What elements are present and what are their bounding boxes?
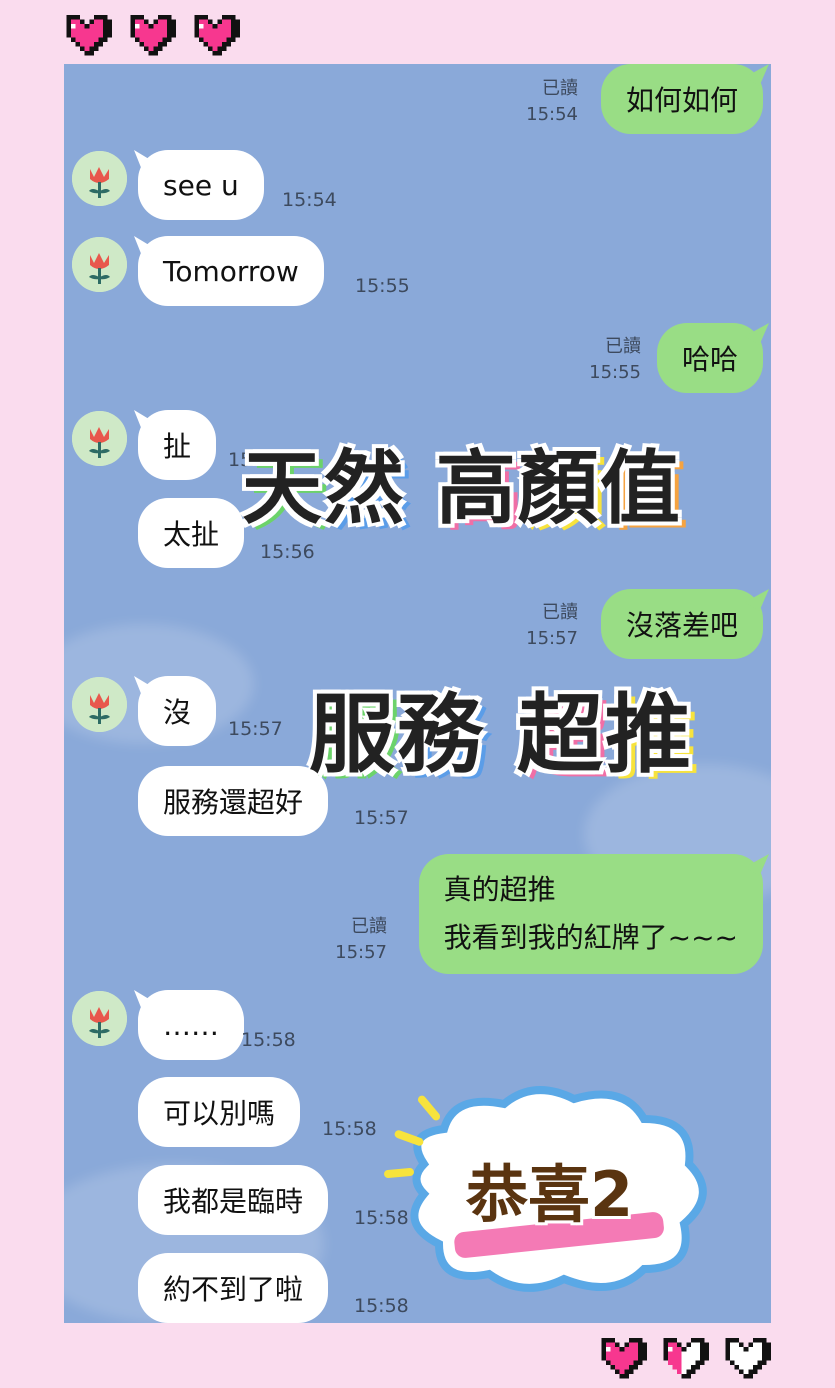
message-bubble-in[interactable]: 扯 — [138, 410, 217, 480]
tulip-icon — [72, 411, 127, 466]
read-label: 已讀 — [542, 78, 578, 99]
message-time: 15:54 — [282, 189, 337, 211]
congrats-sticker: 恭喜2 — [384, 1074, 729, 1304]
tulip-icon — [72, 151, 127, 206]
message-time: 15:57 — [335, 942, 387, 963]
read-label: 已讀 — [542, 602, 578, 623]
message-text: …… — [163, 1008, 219, 1042]
top-hearts — [62, 10, 240, 56]
message-time: 15:57 — [526, 628, 578, 649]
message-text: 我都是臨時 — [163, 1185, 304, 1218]
message-bubble-in[interactable]: 我都是臨時 — [138, 1165, 329, 1235]
message-text: 扯 — [163, 430, 192, 463]
pixel-heart-full-icon — [66, 14, 112, 56]
message-time: 15:55 — [589, 362, 641, 383]
tulip-icon — [72, 237, 127, 292]
message-time: 15:54 — [526, 104, 578, 125]
message-bubble-in[interactable]: 沒 — [138, 676, 217, 746]
sticker-char: 高 — [435, 442, 518, 535]
message-time: 15:57 — [354, 807, 409, 829]
message-time: 15:57 — [228, 718, 283, 740]
avatar[interactable] — [72, 411, 127, 466]
message-bubble-in[interactable]: 服務還超好 — [138, 766, 329, 836]
message-text: see u — [163, 168, 239, 202]
sticker-char: 超 — [516, 685, 605, 785]
pixel-heart-full-icon — [194, 14, 240, 56]
message-text: 沒 — [163, 696, 192, 729]
sticker-char: 然 — [324, 442, 406, 535]
message-time: 15:55 — [355, 275, 410, 297]
read-receipt: 已讀 15:54 — [526, 76, 578, 128]
sticker-char: 天 — [242, 442, 324, 535]
message-time: 15:56 — [260, 541, 315, 563]
message-bubble-in[interactable]: …… — [138, 990, 244, 1060]
message-bubble-in[interactable]: 約不到了啦 — [138, 1253, 329, 1323]
congrats-text: 恭喜2 — [466, 1158, 634, 1231]
avatar[interactable] — [72, 151, 127, 206]
message-bubble-out[interactable]: 真的超推 我看到我的紅牌了~~~ — [418, 854, 763, 974]
read-label: 已讀 — [605, 336, 641, 357]
avatar[interactable] — [72, 677, 127, 732]
pixel-heart-half-icon — [663, 1337, 709, 1379]
sticker-text-line1: 天然 高顏值 — [242, 424, 682, 540]
sticker-char: 推 — [604, 685, 693, 785]
message-bubble-in[interactable]: 太扯 — [138, 498, 245, 568]
read-receipt: 已讀 15:57 — [335, 914, 387, 966]
message-text: 沒落差吧 — [625, 609, 738, 642]
avatar[interactable] — [72, 237, 127, 292]
message-time: 15:58 — [241, 1029, 296, 1051]
message-text: 可以別嗎 — [163, 1097, 276, 1130]
avatar[interactable] — [72, 991, 127, 1046]
message-text: 哈哈 — [681, 343, 738, 376]
sticker-char: 值 — [599, 442, 682, 535]
message-text: Tomorrow — [163, 254, 299, 288]
sticker-text-line2: 服務 超推 — [309, 664, 693, 789]
message-time: 15:58 — [322, 1118, 377, 1140]
sticker-char: 顏 — [517, 442, 600, 535]
message-text: 太扯 — [163, 518, 220, 551]
sticker-char: 務 — [397, 685, 485, 785]
read-receipt: 已讀 15:55 — [589, 334, 641, 386]
message-text: 如何如何 — [625, 84, 738, 117]
read-receipt: 已讀 15:57 — [526, 600, 578, 652]
message-text: 服務還超好 — [163, 786, 304, 819]
message-bubble-out[interactable]: 如何如何 — [600, 64, 763, 134]
tulip-icon — [72, 677, 127, 732]
message-bubble-in[interactable]: see u — [138, 150, 264, 220]
message-bubble-in[interactable]: 可以別嗎 — [138, 1077, 301, 1147]
message-text: 真的超推 我看到我的紅牌了~~~ — [443, 873, 738, 954]
message-bubble-in[interactable]: Tomorrow — [138, 236, 324, 306]
tulip-icon — [72, 991, 127, 1046]
pixel-heart-empty-icon — [725, 1337, 771, 1379]
bottom-hearts — [597, 1333, 771, 1379]
chat-window[interactable]: 已讀 15:54 如何如何 see u 15:54 Tomorrow 15:55… — [64, 64, 771, 1323]
message-bubble-out[interactable]: 哈哈 — [656, 323, 763, 393]
read-label: 已讀 — [351, 916, 387, 937]
pixel-heart-full-icon — [601, 1337, 647, 1379]
message-text: 約不到了啦 — [163, 1273, 304, 1306]
sticker-char: 服 — [309, 685, 397, 785]
pixel-heart-full-icon — [130, 14, 176, 56]
message-bubble-out[interactable]: 沒落差吧 — [600, 589, 763, 659]
